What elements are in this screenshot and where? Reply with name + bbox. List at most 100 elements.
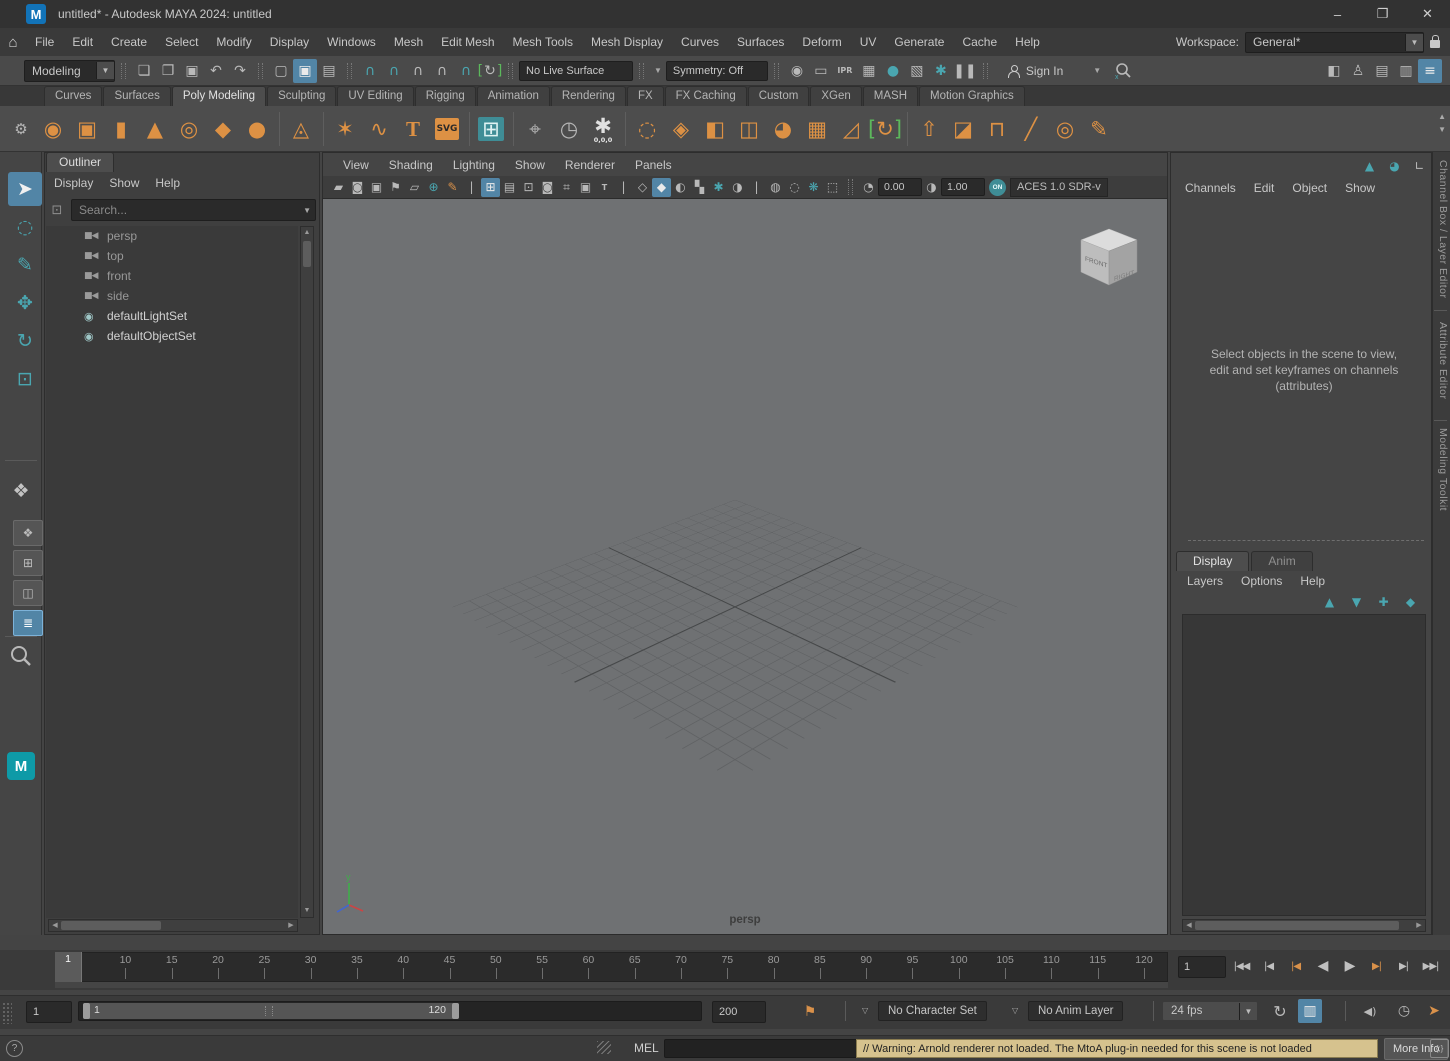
shelf-divider[interactable] bbox=[620, 109, 630, 149]
step-forward-key-button[interactable]: ▶| bbox=[1363, 953, 1390, 979]
scroll-down-icon[interactable]: ▼ bbox=[301, 905, 313, 917]
sculpt-transfer-icon[interactable]: ◈ bbox=[664, 109, 698, 149]
play-forwards-button[interactable]: ▶ bbox=[1336, 953, 1363, 979]
snap-to-view-plane-icon[interactable]: ∩ bbox=[454, 59, 478, 83]
layer-editor-tab[interactable]: Display bbox=[1176, 551, 1249, 571]
channel-box-menu-item[interactable]: Channels bbox=[1176, 174, 1245, 202]
script-editor-icon[interactable]: {;} bbox=[1430, 1039, 1449, 1058]
menu-item[interactable]: Help bbox=[1006, 28, 1049, 56]
shelf-divider[interactable] bbox=[464, 109, 474, 149]
scroll-right-icon[interactable]: ▶ bbox=[1413, 920, 1425, 932]
time-tick[interactable]: 60 bbox=[565, 953, 611, 981]
shelf-tab[interactable]: FX Caching bbox=[665, 86, 747, 106]
scroll-right-icon[interactable]: ▶ bbox=[285, 920, 297, 932]
menu-item[interactable]: Display bbox=[261, 28, 318, 56]
evaluation-toolkit-icon[interactable]: ➤ bbox=[1422, 999, 1446, 1023]
layer-menu-item[interactable]: Layers bbox=[1178, 570, 1232, 592]
render-setup-icon[interactable]: ▧ bbox=[905, 59, 929, 83]
maximize-button[interactable]: ❐ bbox=[1360, 0, 1405, 28]
exposure-field[interactable]: 0.00 bbox=[878, 178, 922, 196]
close-button[interactable]: ✕ bbox=[1405, 0, 1450, 28]
sculpt-tool-icon[interactable]: ◕ bbox=[766, 109, 800, 149]
layout-outliner-persp-button[interactable]: ≣ bbox=[13, 610, 43, 636]
menu-item[interactable]: Mesh Tools bbox=[504, 28, 582, 56]
shelf-divider[interactable] bbox=[318, 109, 328, 149]
quad-draw-icon[interactable]: ✎ bbox=[1082, 109, 1116, 149]
display-layers-toggle-icon[interactable]: ≡ bbox=[1418, 59, 1442, 83]
bridge-icon[interactable]: ⊓ bbox=[980, 109, 1014, 149]
make-object-live-icon[interactable]: ↻ bbox=[478, 59, 502, 83]
menu-item[interactable]: Mesh bbox=[385, 28, 432, 56]
resolution-gate-icon[interactable]: ⊡ bbox=[519, 178, 538, 197]
divider[interactable]: | bbox=[614, 178, 633, 197]
character-set-select[interactable]: No Character Set bbox=[878, 1001, 987, 1021]
triangulate-icon[interactable]: ◿ bbox=[834, 109, 868, 149]
menu-item[interactable]: Edit Mesh bbox=[432, 28, 503, 56]
menu-item[interactable]: Deform bbox=[793, 28, 850, 56]
film-gate-icon[interactable]: ▤ bbox=[500, 178, 519, 197]
go-to-start-button[interactable]: |◀◀ bbox=[1228, 953, 1255, 979]
layout-two-pane-button[interactable]: ◫ bbox=[13, 580, 43, 606]
poly-type-icon[interactable]: T bbox=[396, 109, 430, 149]
poly-cylinder-icon[interactable]: ▮ bbox=[104, 109, 138, 149]
lasso-select-tool[interactable]: ◌ bbox=[8, 210, 42, 244]
shelf-tab[interactable]: XGen bbox=[810, 86, 861, 106]
smooth-icon[interactable]: ▦ bbox=[800, 109, 834, 149]
rotate-tool[interactable]: ↻ bbox=[8, 324, 42, 358]
shelf-gear-icon[interactable]: ⚙ bbox=[6, 109, 36, 149]
view-cube[interactable]: FRONT RIGHT bbox=[1071, 221, 1147, 304]
viewport-menu-item[interactable]: Lighting bbox=[443, 153, 505, 177]
go-to-end-button[interactable]: ▶▶| bbox=[1417, 953, 1444, 979]
layer-add-selected-icon[interactable]: ◆ bbox=[1401, 592, 1420, 611]
viewport-menu-item[interactable]: Renderer bbox=[555, 153, 625, 177]
light-editor-icon[interactable]: ✱ bbox=[929, 59, 953, 83]
render-settings-icon[interactable]: ▦ bbox=[857, 59, 881, 83]
two-d-pan-zoom-icon[interactable]: ⊕ bbox=[424, 178, 443, 197]
select-tool[interactable]: ➤ bbox=[8, 172, 42, 206]
ipr-render-icon[interactable]: IPR bbox=[833, 59, 857, 83]
time-tick[interactable]: 120 bbox=[1121, 953, 1167, 981]
live-surface-field[interactable]: No Live Surface bbox=[519, 61, 633, 81]
use-default-material-icon[interactable]: ▚ bbox=[690, 178, 709, 197]
color-management-toggle[interactable]: ON bbox=[989, 179, 1006, 196]
select-component-icon[interactable]: ▤ bbox=[317, 59, 341, 83]
redo-icon[interactable]: ↷ bbox=[228, 59, 252, 83]
time-tick[interactable]: 100 bbox=[936, 953, 982, 981]
outliner-vscrollbar[interactable]: ▲ ▼ bbox=[300, 226, 314, 918]
chevron-down-icon[interactable]: ▼ bbox=[654, 66, 662, 75]
channel-graph-icon[interactable]: ∟ bbox=[1410, 156, 1429, 175]
time-tick[interactable]: 40 bbox=[380, 953, 426, 981]
workspace-select[interactable]: General* ▼ bbox=[1245, 32, 1424, 53]
layer-menu-item[interactable]: Help bbox=[1291, 570, 1334, 592]
time-tick[interactable]: 90 bbox=[843, 953, 889, 981]
undo-icon[interactable]: ↶ bbox=[204, 59, 228, 83]
fps-select[interactable]: 24 fps ▼ bbox=[1162, 1001, 1258, 1021]
shelf-tab[interactable]: Rendering bbox=[551, 86, 626, 106]
sidebar-vertical-tab[interactable]: Modeling Toolkit bbox=[1434, 428, 1449, 511]
platonic-solid-icon[interactable]: ◬ bbox=[284, 109, 318, 149]
outliner-item[interactable]: ■◀ front bbox=[46, 266, 298, 286]
outliner-menu-item[interactable]: Show bbox=[101, 172, 147, 194]
channel-box-toggle-icon[interactable]: ▤ bbox=[1370, 59, 1394, 83]
gate-mask-icon[interactable]: ◙ bbox=[538, 178, 557, 197]
snap-to-grid-icon[interactable]: ∩ bbox=[358, 59, 382, 83]
zoom-tool-icon[interactable] bbox=[9, 644, 33, 668]
anim-layer-select[interactable]: No Anim Layer bbox=[1028, 1001, 1123, 1021]
view-transform-label[interactable]: ACES 1.0 SDR-v bbox=[1010, 178, 1108, 197]
time-tick[interactable]: 95 bbox=[889, 953, 935, 981]
poly-disc-icon[interactable]: ● bbox=[240, 109, 274, 149]
step-forward-frame-button[interactable]: ▶| bbox=[1390, 953, 1417, 979]
poly-helix-icon[interactable]: ∿ bbox=[362, 109, 396, 149]
poly-svg-icon[interactable]: SVG bbox=[430, 109, 464, 149]
scale-tool[interactable]: ⊡ bbox=[8, 362, 42, 396]
home-icon[interactable]: ⌂ bbox=[0, 34, 26, 51]
contrast-icon[interactable]: ◑ bbox=[922, 178, 941, 197]
open-render-view-icon[interactable]: ◉ bbox=[785, 59, 809, 83]
textured-icon[interactable]: ◐ bbox=[671, 178, 690, 197]
divider[interactable]: | bbox=[462, 178, 481, 197]
snap-to-point-icon[interactable]: ∩ bbox=[406, 59, 430, 83]
snap-to-curve-icon[interactable]: ∩ bbox=[382, 59, 406, 83]
multi-cut-icon[interactable]: ╱ bbox=[1014, 109, 1048, 149]
outliner-item[interactable]: ■◀ side bbox=[46, 286, 298, 306]
shelf-tab[interactable]: Curves bbox=[44, 86, 102, 106]
